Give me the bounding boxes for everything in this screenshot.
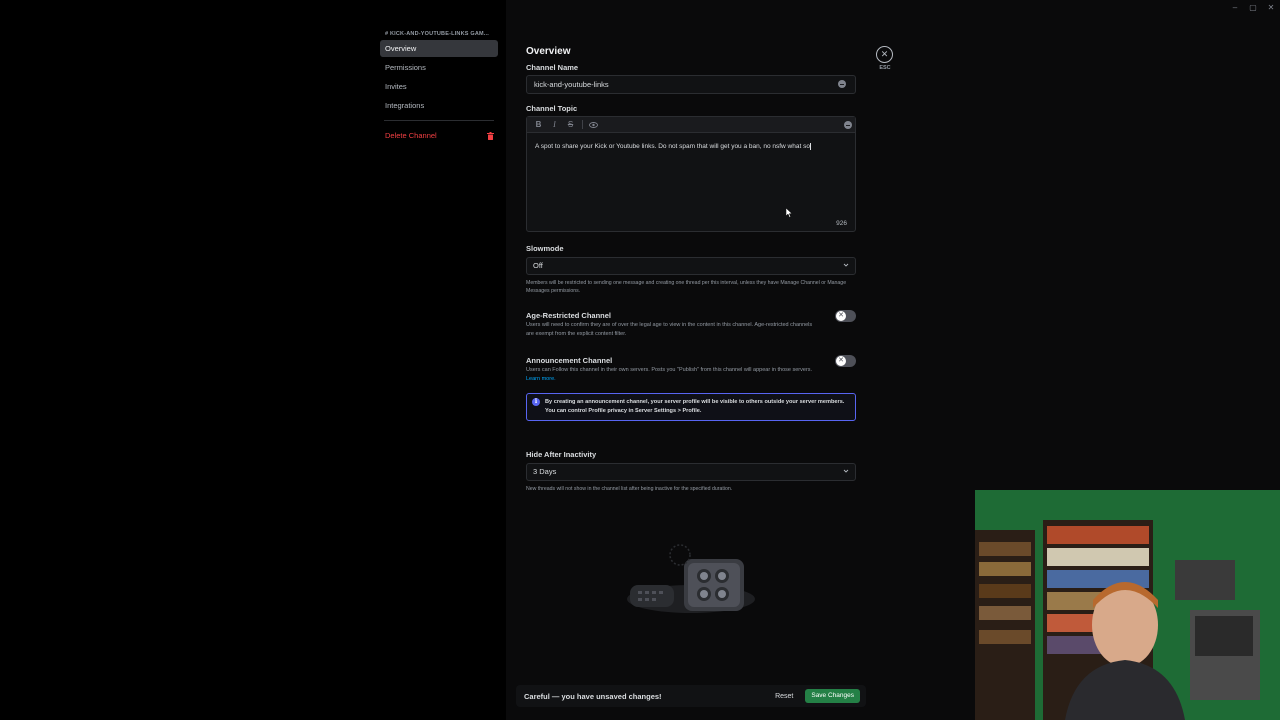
topic-char-count: 926 bbox=[836, 220, 847, 227]
sidebar-channel-header: # KICK-AND-YOUTUBE-LINKS GAM... bbox=[385, 31, 489, 37]
page-title: Overview bbox=[526, 46, 571, 57]
sidebar-item-integrations[interactable]: Integrations bbox=[380, 97, 498, 114]
channel-topic-textarea[interactable]: A spot to share your Kick or Youtube lin… bbox=[527, 133, 855, 152]
announcement-toggle[interactable]: ✕ bbox=[835, 355, 856, 367]
info-notice-text: By creating an announcement channel, you… bbox=[545, 399, 845, 414]
italic-button[interactable]: I bbox=[547, 119, 562, 131]
learn-more-link[interactable]: Learn more. bbox=[526, 376, 556, 382]
chevron-down-icon bbox=[843, 469, 849, 473]
announcement-info-notice: i By creating an announcement channel, y… bbox=[526, 393, 856, 421]
minimize-icon[interactable]: – bbox=[1226, 2, 1244, 14]
announcement-desc: Users can Follow this channel in their o… bbox=[526, 366, 816, 384]
close-icon[interactable]: ✕ bbox=[876, 46, 893, 63]
age-restricted-row: Age-Restricted Channel Users will need t… bbox=[526, 310, 856, 339]
trash-icon bbox=[487, 131, 494, 140]
text-caret bbox=[809, 142, 811, 150]
announcement-title: Announcement Channel bbox=[526, 356, 613, 365]
info-icon: i bbox=[532, 398, 540, 406]
toggle-off-x-icon: ✕ bbox=[836, 356, 846, 366]
window-close-icon[interactable]: ✕ bbox=[1262, 2, 1280, 14]
channel-name-value: kick-and-youtube-links bbox=[534, 80, 609, 89]
age-restricted-title: Age-Restricted Channel bbox=[526, 311, 612, 320]
hide-after-inactivity-help: New threads will not show in the channel… bbox=[526, 486, 733, 492]
window-controls: – ▢ ✕ bbox=[1226, 2, 1280, 14]
sidebar-nav: # KICK-AND-YOUTUBE-LINKS GAM... Overview… bbox=[380, 28, 498, 146]
channel-topic-label: Channel Topic bbox=[526, 104, 578, 113]
sidebar-item-invites[interactable]: Invites bbox=[380, 78, 498, 95]
topic-emoji-icon[interactable] bbox=[844, 121, 852, 129]
toggle-off-x-icon: ✕ bbox=[836, 311, 846, 321]
strikethrough-button[interactable]: S bbox=[563, 119, 578, 131]
unsaved-changes-message: Careful — you have unsaved changes! bbox=[524, 691, 662, 701]
mouse-cursor-icon bbox=[786, 208, 793, 218]
sidebar-divider bbox=[384, 120, 494, 121]
chevron-down-icon bbox=[843, 263, 849, 267]
announcement-row: Announcement Channel Users can Follow th… bbox=[526, 355, 856, 384]
eye-icon bbox=[589, 121, 598, 128]
emoji-icon[interactable] bbox=[838, 80, 846, 88]
slowmode-value: Off bbox=[533, 261, 543, 270]
settings-sidebar: # KICK-AND-YOUTUBE-LINKS GAM... Overview… bbox=[0, 0, 506, 720]
save-changes-button[interactable]: Save Changes bbox=[805, 689, 860, 703]
channel-name-input[interactable]: kick-and-youtube-links bbox=[526, 75, 856, 94]
hide-after-inactivity-select[interactable]: 3 Days bbox=[526, 463, 856, 481]
sidebar-item-permissions[interactable]: Permissions bbox=[380, 59, 498, 76]
channel-topic-editor[interactable]: B I S A spot to share your Kick or Youtu… bbox=[526, 116, 856, 232]
age-restricted-desc: Users will need to confirm they are of o… bbox=[526, 322, 813, 337]
spoiler-eye-icon[interactable] bbox=[586, 119, 601, 131]
webcam-overlay bbox=[975, 490, 1280, 720]
hide-after-inactivity-value: 3 Days bbox=[533, 467, 557, 476]
close-settings: ✕ ESC bbox=[876, 46, 894, 71]
topic-format-toolbar: B I S bbox=[527, 117, 855, 133]
channel-name-label: Channel Name bbox=[526, 63, 579, 72]
toolbar-separator bbox=[582, 120, 583, 129]
unsaved-changes-bar: Careful — you have unsaved changes! Rese… bbox=[516, 685, 866, 707]
maximize-icon[interactable]: ▢ bbox=[1244, 2, 1262, 14]
announcement-desc-text: Users can Follow this channel in their o… bbox=[526, 367, 813, 373]
delete-channel-label: Delete Channel bbox=[385, 131, 437, 140]
channel-topic-value: A spot to share your Kick or Youtube lin… bbox=[535, 143, 810, 150]
hide-after-inactivity-label: Hide After Inactivity bbox=[526, 450, 597, 459]
reset-button[interactable]: Reset bbox=[775, 693, 793, 700]
sidebar-item-overview[interactable]: Overview bbox=[380, 40, 498, 57]
overview-form: Overview Channel Name kick-and-youtube-l… bbox=[526, 44, 856, 493]
slowmode-label: Slowmode bbox=[526, 244, 564, 253]
delete-channel-button[interactable]: Delete Channel bbox=[380, 127, 498, 144]
bold-button[interactable]: B bbox=[531, 119, 546, 131]
slowmode-help: Members will be restricted to sending on… bbox=[526, 280, 847, 294]
esc-label: ESC bbox=[879, 65, 891, 71]
slowmode-select[interactable]: Off bbox=[526, 257, 856, 275]
settings-illustration bbox=[627, 544, 755, 613]
age-restricted-toggle[interactable]: ✕ bbox=[835, 310, 856, 322]
webcam-video-image bbox=[975, 490, 1280, 720]
